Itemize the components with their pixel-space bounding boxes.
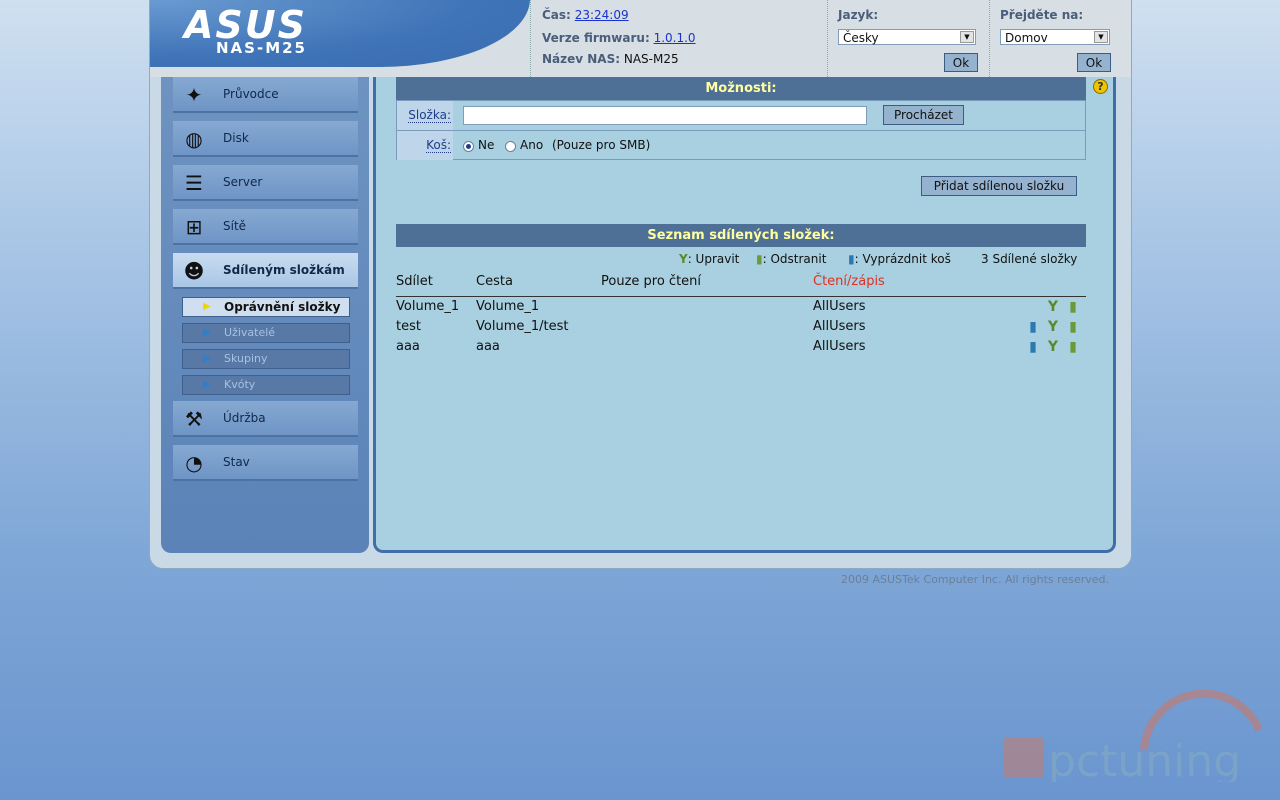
model-name: NAS-M25 — [216, 39, 307, 57]
pctuning-watermark: pctuning — [1004, 690, 1263, 782]
trash-yes-radio[interactable] — [505, 141, 516, 152]
trash-blue-icon: ▮ — [848, 252, 855, 266]
language-select[interactable]: Česky ▼ — [838, 29, 976, 45]
play-arrow-icon: ▶ — [203, 327, 211, 338]
copyright: 2009 ASUSTek Computer Inc. All rights re… — [841, 573, 1109, 586]
sidebar-item-network[interactable]: ⊞ Sítě — [173, 209, 358, 245]
time-label: Čas: — [542, 8, 571, 22]
system-info: Čas: 23:24:09 Verze firmwaru: 1.0.1.0 Ná… — [530, 0, 828, 77]
options-box: Složka: Procházet Koš: Ne Ano (Pouze pro… — [396, 100, 1086, 160]
trash-green-icon: ▮ — [756, 252, 763, 266]
trash-green-icon[interactable]: ▮ — [1066, 299, 1080, 315]
nas-name-label: Název NAS: — [542, 52, 621, 66]
col-share: Sdílet — [396, 274, 433, 289]
nas-name-value: NAS-M25 — [623, 52, 679, 66]
wand-icon: ✦ — [185, 83, 203, 107]
sidebar-item-status[interactable]: ◔ Stav — [173, 445, 358, 481]
wrench-icon: Y — [679, 252, 688, 266]
legend-edit: Y: Upravit — [679, 252, 740, 266]
subitem-folder-permissions[interactable]: ▶ Oprávnění složky — [182, 297, 350, 317]
network-icon: ⊞ — [185, 215, 203, 239]
tools-icon: ⚒ — [185, 407, 203, 431]
sidebar-item-maintenance[interactable]: ⚒ Údržba — [173, 401, 358, 437]
sidebar-item-shares[interactable]: ☻ Sdíleným složkám — [173, 253, 358, 289]
header: ASUS NAS-M25 Čas: 23:24:09 Verze firmwar… — [150, 0, 1131, 77]
goto-select[interactable]: Domov ▼ — [1000, 29, 1110, 45]
trash-no-radio[interactable] — [463, 141, 474, 152]
language-ok-button[interactable]: Ok — [944, 53, 978, 72]
folder-input[interactable] — [463, 106, 867, 125]
legend-delete: ▮: Odstranit — [756, 252, 827, 266]
language-label: Jazyk: — [838, 8, 879, 22]
play-arrow-icon: ▶ — [203, 353, 211, 364]
logo-area: ASUS NAS-M25 — [150, 0, 530, 67]
help-icon[interactable]: ? — [1093, 79, 1108, 94]
play-arrow-icon: ▶ — [203, 301, 211, 312]
status-pie-icon: ◔ — [185, 451, 203, 475]
server-icon: ☰ — [185, 171, 203, 195]
watermark-block — [1004, 738, 1044, 778]
trash-blue-icon[interactable]: ▮ — [1026, 319, 1040, 335]
chevron-down-icon: ▼ — [960, 31, 974, 43]
trash-blue-icon[interactable]: ▮ — [1026, 339, 1040, 355]
col-path: Cesta — [476, 274, 513, 289]
language-section: Jazyk: Česky ▼ Ok — [827, 0, 989, 77]
subitem-groups[interactable]: ▶ Skupiny — [182, 349, 350, 369]
shares-header: Seznam sdílených složek: — [396, 224, 1086, 247]
add-share-button[interactable]: Přidat sdílenou složku — [921, 176, 1077, 196]
sidebar-item-server[interactable]: ☰ Server — [173, 165, 358, 201]
time-link[interactable]: 23:24:09 — [575, 8, 629, 22]
trash-no-label: Ne — [478, 138, 495, 152]
goto-ok-button[interactable]: Ok — [1077, 53, 1111, 72]
share-count: 3 Sdílené složky — [981, 252, 1078, 266]
subitem-users[interactable]: ▶ Uživatelé — [182, 323, 350, 343]
trash-green-icon[interactable]: ▮ — [1066, 319, 1080, 335]
goto-section: Přejděte na: Domov ▼ Ok — [989, 0, 1132, 77]
legend-empty-trash: ▮: Vyprázdnit koš — [848, 252, 951, 266]
table-divider — [396, 296, 1086, 297]
goto-label: Přejděte na: — [1000, 8, 1084, 22]
watermark-text: pctuning — [1048, 736, 1241, 782]
wrench-icon[interactable]: Y — [1046, 339, 1060, 355]
wrench-icon[interactable]: Y — [1046, 299, 1060, 315]
play-arrow-icon: ▶ — [203, 379, 211, 390]
col-readwrite: Čtení/zápis — [813, 274, 885, 289]
main-panel: ? Možnosti: Složka: Procházet Koš: Ne An… — [373, 77, 1116, 553]
col-readonly: Pouze pro čtení — [601, 274, 702, 289]
options-header: Možnosti: — [396, 77, 1086, 100]
trash-note: (Pouze pro SMB) — [552, 138, 651, 152]
subitem-quotas[interactable]: ▶ Kvóty — [182, 375, 350, 395]
app-frame: ASUS NAS-M25 Čas: 23:24:09 Verze firmwar… — [149, 0, 1132, 569]
firmware-label: Verze firmwaru: — [542, 31, 650, 45]
browse-button[interactable]: Procházet — [883, 105, 964, 125]
users-icon: ☻ — [183, 259, 205, 283]
trash-label: Koš: — [426, 138, 451, 153]
chevron-down-icon: ▼ — [1094, 31, 1108, 43]
disk-icon: ◍ — [185, 127, 203, 151]
folder-label: Složka: — [408, 108, 451, 123]
trash-yes-label: Ano — [520, 138, 544, 152]
sidebar-item-wizard[interactable]: ✦ Průvodce — [173, 77, 358, 113]
wrench-icon[interactable]: Y — [1046, 319, 1060, 335]
firmware-link[interactable]: 1.0.1.0 — [654, 31, 696, 45]
sidebar: ✦ Průvodce ◍ Disk ☰ Server ⊞ Sítě ☻ Sdíl… — [161, 77, 369, 553]
trash-green-icon[interactable]: ▮ — [1066, 339, 1080, 355]
sidebar-item-disk[interactable]: ◍ Disk — [173, 121, 358, 157]
